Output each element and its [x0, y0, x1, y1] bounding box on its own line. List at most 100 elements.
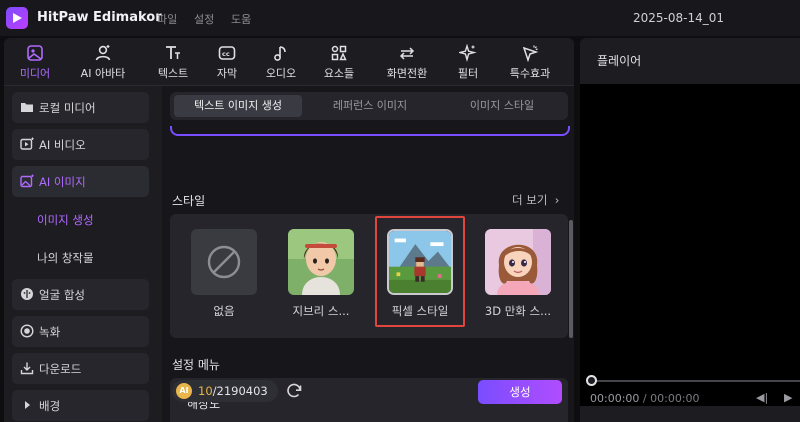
- sidebar-item-download[interactable]: 다운로드: [12, 353, 149, 384]
- transition-icon: [399, 47, 415, 60]
- tool-audio-label: 오디오: [265, 67, 297, 80]
- sidebar-subitem-image-generate[interactable]: 이미지 생성: [37, 212, 94, 228]
- credits-badge: AI 10/2190403: [172, 380, 278, 402]
- style-card-ghibli[interactable]: 지브리 스...: [287, 229, 355, 319]
- style-label: 없음: [213, 304, 235, 318]
- sidebar-item-label: AI 비디오: [39, 138, 86, 152]
- tool-effects[interactable]: 특수효과: [500, 38, 560, 86]
- tool-caption[interactable]: cc 자막: [206, 38, 248, 86]
- style-selection-highlight: [375, 216, 465, 327]
- credits-total: /2190403: [212, 384, 268, 398]
- style-card-none[interactable]: 없음: [190, 229, 258, 319]
- tool-elements[interactable]: 요소들: [316, 38, 362, 86]
- tool-audio[interactable]: 오디오: [258, 38, 304, 86]
- time-total: 00:00:00: [650, 392, 700, 405]
- menu-help[interactable]: 도움: [231, 11, 251, 27]
- caption-icon: cc: [218, 46, 236, 60]
- main-toolbar: 미디어 AI 아바타 텍스트 cc 자막 오디오 요소들 화면전환 필터 특수효…: [4, 38, 574, 86]
- folder-icon: [21, 103, 33, 112]
- style-section-title: 스타일: [172, 194, 206, 208]
- app-title: HitPaw Edimakor: [37, 10, 162, 25]
- refresh-icon[interactable]: [284, 381, 304, 401]
- sidebar-item-record[interactable]: 녹화: [12, 316, 149, 347]
- sidebar-item-ai-video[interactable]: AI 비디오: [12, 129, 149, 160]
- tool-filter-label: 필터: [457, 67, 479, 80]
- tool-filter[interactable]: 필터: [450, 38, 486, 86]
- tool-caption-label: 자막: [216, 67, 238, 80]
- time-separator: /: [642, 392, 647, 405]
- filter-icon: [459, 44, 477, 62]
- time-current: 00:00:00: [590, 392, 640, 405]
- sidebar-item-label: 얼굴 합성: [39, 288, 85, 302]
- progress-knob[interactable]: [586, 375, 597, 386]
- face-swap-icon: [21, 288, 33, 300]
- style-gallery: 없음 지브리 스... 픽셀 스타일 3D 만화 스...: [170, 214, 568, 338]
- tool-ai-avatar-label: AI 아바타: [80, 67, 126, 80]
- player-title: 플레이어: [597, 54, 642, 68]
- player-progress[interactable]: [580, 373, 800, 389]
- elements-icon: [331, 45, 347, 61]
- style-label: 3D 만화 스...: [484, 304, 552, 318]
- player-panel: 플레이어 00:00:00 / 00:00:00 ◀| ▶: [580, 38, 800, 422]
- generate-footer: AI 10/2190403 생성: [162, 368, 574, 412]
- ai-image-icon: [20, 174, 34, 188]
- ai-video-icon: [20, 137, 34, 150]
- credits-text: 10/2190403: [198, 384, 268, 398]
- tab-text-to-image[interactable]: 텍스트 이미지 생성: [174, 95, 302, 117]
- more-styles-label: 더 보기: [512, 193, 548, 207]
- tool-media[interactable]: 미디어: [12, 38, 58, 86]
- sidebar-item-background[interactable]: 배경: [12, 390, 149, 421]
- prev-frame-icon[interactable]: ◀|: [756, 391, 768, 404]
- caret-right-icon: [25, 401, 30, 409]
- text-icon: [166, 46, 180, 59]
- player-timecode: 00:00:00 / 00:00:00: [590, 392, 700, 405]
- player-preview: [580, 84, 800, 406]
- menu-settings[interactable]: 설정: [194, 11, 214, 27]
- tool-ai-avatar[interactable]: AI 아바타: [70, 38, 136, 86]
- none-icon: [207, 245, 241, 279]
- sidebar-item-label: 다운로드: [39, 362, 82, 376]
- media-sidebar: 로컬 미디어 AI 비디오 AI 이미지 이미지 생성 나의 창작물 얼굴 합성…: [4, 86, 156, 422]
- prompt-input-edge[interactable]: [170, 126, 570, 136]
- credits-used: 10: [198, 384, 213, 398]
- title-bar: HitPaw Edimakor 파일 설정 도움 2025-08-14_01: [0, 0, 800, 36]
- sidebar-item-label: 녹화: [39, 325, 61, 339]
- style-card-3d-cartoon[interactable]: 3D 만화 스...: [484, 229, 552, 319]
- menu-file[interactable]: 파일: [157, 11, 177, 27]
- sidebar-item-label: 로컬 미디어: [39, 101, 96, 115]
- sidebar-item-ai-image[interactable]: AI 이미지: [12, 166, 149, 197]
- tool-transition-label: 화면전환: [386, 67, 428, 80]
- sidebar-subitem-my-creations[interactable]: 나의 창작물: [37, 250, 94, 266]
- chevron-right-icon: ›: [551, 193, 560, 207]
- tool-effects-label: 특수효과: [509, 67, 551, 80]
- tab-image-style[interactable]: 이미지 스타일: [438, 95, 566, 117]
- progress-track: [588, 380, 800, 382]
- media-icon: [27, 45, 43, 61]
- logo-icon: [13, 13, 22, 23]
- svg-text:cc: cc: [222, 50, 230, 58]
- coin-icon: AI: [176, 383, 192, 399]
- sidebar-item-local-media[interactable]: 로컬 미디어: [12, 92, 149, 123]
- generate-button[interactable]: 생성: [478, 380, 562, 404]
- tool-text[interactable]: 텍스트: [150, 38, 196, 86]
- sidebar-item-face-swap[interactable]: 얼굴 합성: [12, 279, 149, 310]
- style-label: 지브리 스...: [292, 304, 350, 318]
- cartoon-3d-thumbnail: [485, 229, 551, 295]
- tool-transition[interactable]: 화면전환: [376, 38, 438, 86]
- download-icon: [20, 362, 34, 375]
- tool-media-label: 미디어: [19, 67, 51, 80]
- style-thumb-none: [191, 229, 257, 295]
- document-title: 2025-08-14_01: [633, 11, 725, 25]
- ghibli-style-thumbnail: [288, 229, 354, 295]
- record-icon: [20, 324, 34, 338]
- mode-tabs: 텍스트 이미지 생성 레퍼런스 이미지 이미지 스타일: [170, 92, 568, 120]
- effects-icon: [522, 45, 539, 62]
- media-panel: 미디어 AI 아바타 텍스트 cc 자막 오디오 요소들 화면전환 필터 특수효…: [4, 38, 574, 422]
- tab-reference-image[interactable]: 레퍼런스 이미지: [306, 95, 434, 117]
- play-icon[interactable]: ▶: [784, 391, 792, 404]
- tool-text-label: 텍스트: [157, 67, 189, 80]
- more-styles-link[interactable]: 더 보기 ›: [512, 192, 559, 208]
- app-logo: [6, 7, 28, 29]
- sidebar-item-label: AI 이미지: [39, 175, 86, 189]
- style-scrollbar[interactable]: [569, 220, 573, 338]
